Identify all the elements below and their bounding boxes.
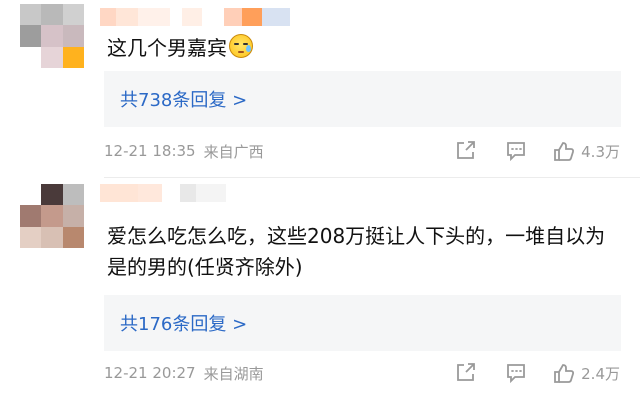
comment-text: 爱怎么吃怎么吃，这些208万挺让人下头的，一堆自以为是的男的(任贤齐除外)	[107, 221, 620, 283]
comment-meta: 12-21 18:35 来自广西 4.3万	[104, 139, 620, 163]
share-icon[interactable]	[454, 362, 476, 384]
like-count: 4.3万	[581, 142, 620, 161]
reply-count-link[interactable]: 共176条回复 >	[104, 295, 621, 351]
like-count: 2.4万	[581, 364, 620, 383]
comment-body: 这几个男嘉宾	[107, 36, 227, 60]
thumbs-up-icon	[554, 364, 575, 383]
reply-count-label: 共738条回复 >	[120, 90, 248, 111]
username-blurred[interactable]	[100, 182, 226, 204]
comment-time: 12-21 20:27	[104, 364, 196, 382]
reply-count-link[interactable]: 共738条回复 >	[104, 71, 621, 127]
like-button[interactable]: 4.3万	[553, 140, 620, 162]
comment-icon[interactable]	[505, 362, 527, 384]
like-button[interactable]: 2.4万	[553, 362, 620, 384]
comment-meta: 12-21 20:27 来自湖南 2.4万	[104, 361, 620, 385]
avatar[interactable]	[20, 4, 84, 68]
avatar[interactable]	[20, 184, 84, 248]
comment-time: 12-21 18:35	[104, 142, 196, 160]
comment-body: 爱怎么吃怎么吃，这些208万挺让人下头的，一堆自以为是的男的(任贤齐除外)	[107, 224, 606, 279]
share-icon[interactable]	[454, 140, 476, 162]
comment-actions: 4.3万	[454, 140, 620, 162]
username-blurred[interactable]	[100, 6, 290, 28]
crying-face-icon	[229, 34, 253, 58]
comment-text: 这几个男嘉宾	[107, 33, 620, 64]
comment-icon[interactable]	[505, 140, 527, 162]
comment-location: 来自广西	[203, 142, 264, 161]
thumbs-up-icon	[554, 142, 575, 161]
comment-item: 这几个男嘉宾 共738条回复 > 12-21 18:35 来自广西 4.3万	[0, 0, 640, 178]
comment-item: 爱怎么吃怎么吃，这些208万挺让人下头的，一堆自以为是的男的(任贤齐除外) 共1…	[0, 178, 640, 404]
reply-count-label: 共176条回复 >	[120, 314, 248, 335]
comment-actions: 2.4万	[454, 362, 620, 384]
comment-location: 来自湖南	[203, 364, 264, 383]
